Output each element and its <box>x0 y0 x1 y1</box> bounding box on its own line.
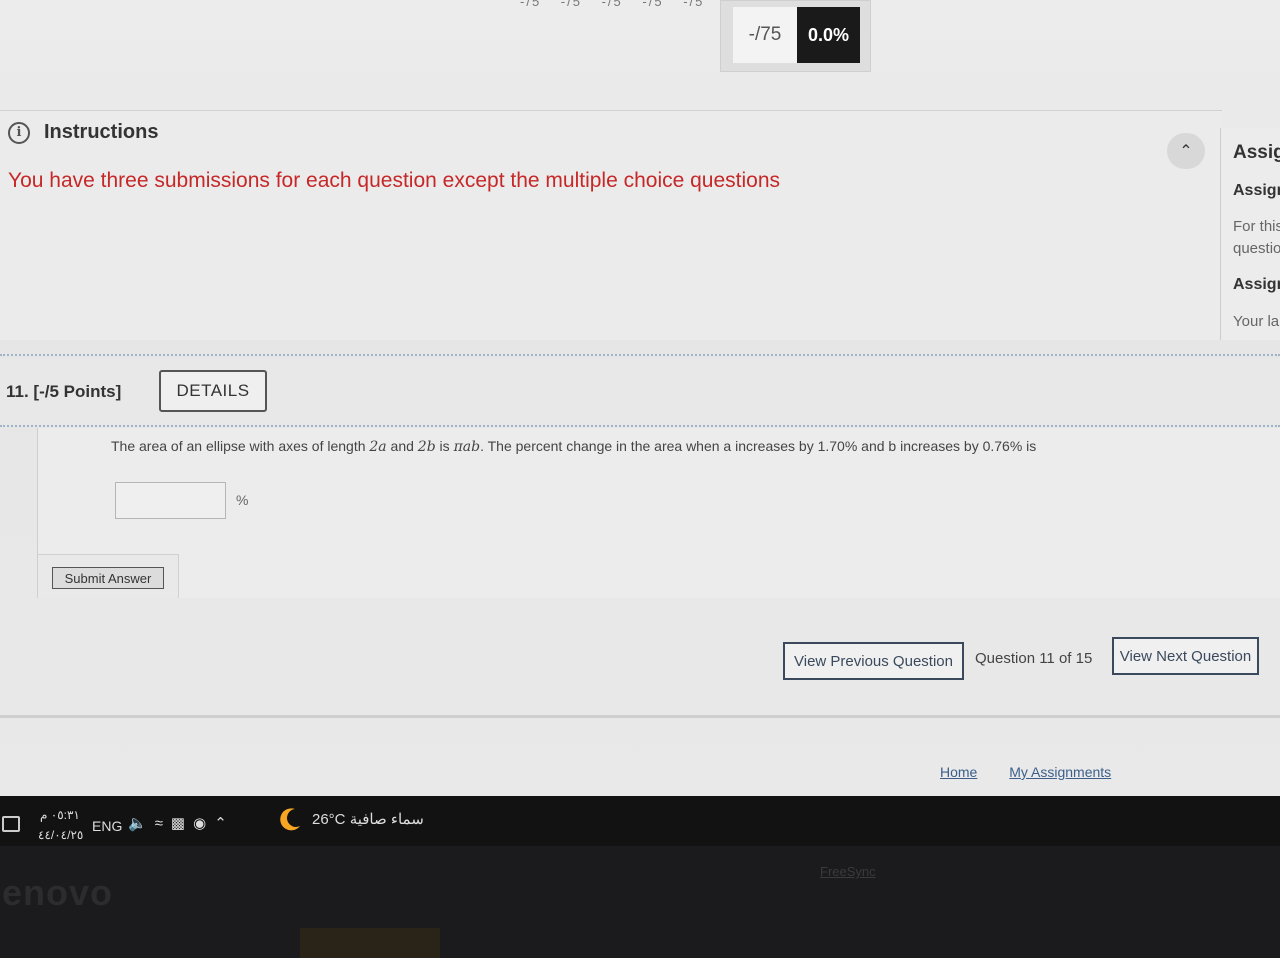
clock-time[interactable]: ٠٥:٣١ م <box>40 808 80 822</box>
monitor-bezel: enovo FreeSync <box>0 846 1280 958</box>
instructions-text: You have three submissions for each ques… <box>8 169 781 192</box>
home-link[interactable]: Home <box>940 764 977 780</box>
chevron-up-icon: ⌃ <box>1179 143 1193 160</box>
battery-icon[interactable]: ▩ <box>171 815 193 832</box>
instructions-panel: i Instructions You have three submission… <box>0 110 1222 340</box>
system-tray[interactable]: 🔈≈▩◉⌃ <box>128 814 235 832</box>
notification-icon[interactable] <box>2 816 20 832</box>
assignment-panel-text: questio <box>1233 240 1280 257</box>
assignment-panel-text: Your la <box>1233 313 1280 330</box>
language-indicator[interactable]: ENG <box>92 818 122 834</box>
assignment-panel-title: Assign <box>1233 142 1280 163</box>
question-text: The area of an ellipse with axes of leng… <box>111 438 1036 455</box>
browser-viewport: -/5 -/5 -/5 -/5 -/5 -/75 0.0% i Instruct… <box>0 0 1280 800</box>
question-score: -/5 <box>601 0 623 9</box>
monitor-stand <box>300 928 440 958</box>
assignment-panel-heading: Assign <box>1233 276 1280 293</box>
assignment-panel-text: For this <box>1233 218 1280 235</box>
footer-divider <box>0 715 1280 718</box>
chevron-up-icon[interactable]: ⌃ <box>214 815 235 832</box>
question-header: 11. [-/5 Points] DETAILS <box>0 358 1280 424</box>
submit-answer-button[interactable]: Submit Answer <box>52 567 164 589</box>
my-assignments-link[interactable]: My Assignments <box>1009 764 1111 780</box>
question-score: -/5 <box>642 0 664 9</box>
question-body: The area of an ellipse with axes of leng… <box>37 428 1280 598</box>
view-previous-question-button[interactable]: View Previous Question <box>783 642 964 680</box>
total-percent: 0.0% <box>797 7 860 63</box>
record-icon[interactable]: ◉ <box>193 815 214 832</box>
clock-date[interactable]: ٤٤/٠٤/٢٥ <box>38 828 83 842</box>
question-score: -/5 <box>683 0 705 9</box>
freesync-label: FreeSync <box>820 864 876 879</box>
assignment-panel: Assign Assign For this questio Assign Yo… <box>1220 128 1280 340</box>
moon-icon <box>280 808 300 831</box>
footer-links: Home My Assignments <box>940 764 1139 780</box>
question-score-strip: -/5 -/5 -/5 -/5 -/5 <box>520 0 718 9</box>
submit-area: Submit Answer <box>38 554 179 598</box>
instructions-header: i Instructions <box>8 121 158 144</box>
answer-unit: % <box>236 492 249 508</box>
total-points: -/75 <box>733 7 797 63</box>
collapse-instructions-button[interactable]: ⌃ <box>1167 133 1205 169</box>
divider <box>0 425 1280 427</box>
view-next-question-button[interactable]: View Next Question <box>1112 637 1259 675</box>
math-expression: 2a <box>369 439 387 455</box>
monitor-brand-logo: enovo <box>2 872 114 913</box>
weather-widget[interactable]: 26°C سماء صافية <box>312 810 424 828</box>
temperature: 26°C <box>312 811 346 828</box>
wifi-icon[interactable]: ≈ <box>155 815 171 832</box>
volume-icon[interactable]: 🔈 <box>128 815 155 832</box>
math-expression: πab <box>453 439 481 455</box>
assignment-panel-heading: Assign <box>1233 182 1280 199</box>
info-icon: i <box>8 121 30 144</box>
total-score-box: -/75 0.0% <box>720 0 871 72</box>
question-counter: Question 11 of 15 <box>975 650 1093 667</box>
question-score: -/5 <box>520 0 542 9</box>
question-score: -/5 <box>560 0 582 9</box>
question-text-segment: The area of an ellipse with axes of leng… <box>111 438 370 454</box>
windows-taskbar: ٠٥:٣١ م ٤٤/٠٤/٢٥ ENG 🔈≈▩◉⌃ 26°C سماء صاف… <box>0 796 1280 846</box>
weather-description: سماء صافية <box>349 811 424 828</box>
answer-input[interactable] <box>115 482 226 519</box>
question-text-segment: is <box>435 438 454 454</box>
details-button[interactable]: DETAILS <box>159 370 267 412</box>
question-text-segment: and <box>386 438 418 454</box>
instructions-title: Instructions <box>44 121 159 143</box>
question-number: 11. [-/5 Points] <box>6 382 122 401</box>
question-text-segment: . The percent change in the area when a … <box>480 438 1037 454</box>
divider <box>0 354 1280 356</box>
math-expression: 2b <box>417 439 436 455</box>
